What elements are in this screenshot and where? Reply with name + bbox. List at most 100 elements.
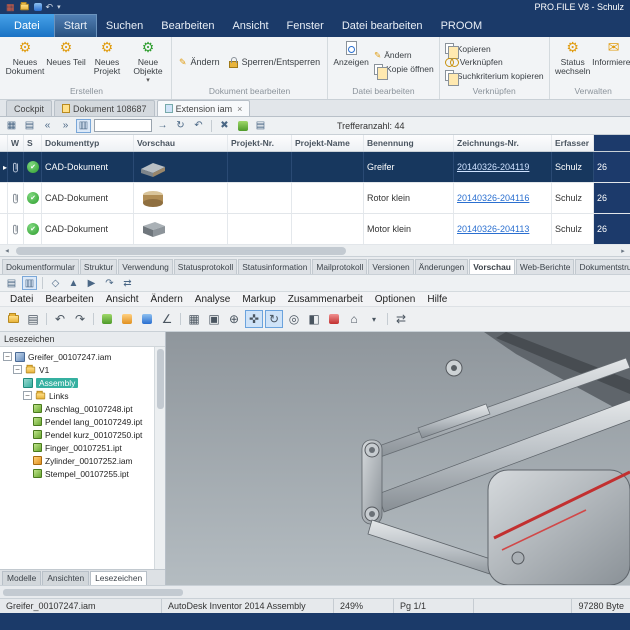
clear-icon[interactable] (217, 119, 232, 133)
collapse-panel-icon[interactable] (40, 119, 55, 133)
lock-unlock-button[interactable]: Sperren/Entsperren (225, 55, 325, 70)
tree-item-assembly[interactable]: Assembly (3, 376, 154, 389)
expand-panel-icon[interactable] (58, 119, 73, 133)
collapse-icon[interactable] (23, 391, 32, 400)
list-view-icon[interactable] (22, 119, 37, 133)
tab-modelle[interactable]: Modelle (2, 571, 42, 585)
tab-proom[interactable]: PROOM (432, 14, 492, 37)
scrollbar-thumb[interactable] (16, 246, 346, 255)
tab-ansichten[interactable]: Ansichten (42, 571, 90, 585)
new-part-button[interactable]: Neues Teil (46, 38, 86, 86)
preview-layout-icon[interactable] (22, 276, 37, 290)
refresh-results-icon[interactable] (173, 119, 188, 133)
tab-dokument-108687[interactable]: Dokument 108687 (54, 100, 155, 116)
undo-icon[interactable] (51, 310, 69, 328)
toolbar-overflow-icon[interactable] (365, 310, 383, 328)
table-row[interactable]: CAD-Dokument Greifer 20140326-204119 Sch… (0, 152, 630, 183)
table-row[interactable]: CAD-Dokument Rotor klein 20140326-204116… (0, 183, 630, 214)
tree-item-part[interactable]: Finger_00107251.ipt (3, 441, 154, 454)
copy-search-criterion-button[interactable]: Suchkriterium kopieren (443, 69, 546, 86)
pan-icon[interactable] (245, 310, 263, 328)
tab-suchen[interactable]: Suchen (97, 14, 152, 37)
tree-item-part[interactable]: Anschlag_00107248.ipt (3, 402, 154, 415)
measure-icon[interactable] (158, 310, 176, 328)
tab-dokumentstruktur[interactable]: Dokumentstruktur (575, 259, 630, 274)
file-menu-button[interactable]: Datei (0, 14, 54, 37)
tab-aenderungen[interactable]: Änderungen (414, 259, 469, 274)
menu-ansicht[interactable]: Ansicht (100, 294, 145, 305)
menu-aendern[interactable]: Ändern (145, 294, 189, 305)
tree-item-version[interactable]: V1 (3, 363, 154, 376)
tree-vertical-scrollbar[interactable] (154, 347, 165, 569)
column-layout-icon[interactable] (76, 118, 91, 133)
shaded-view-icon[interactable] (305, 310, 323, 328)
header-vorschau[interactable]: Vorschau (134, 135, 228, 151)
open-icon[interactable] (7, 313, 19, 323)
grid-view-icon[interactable] (4, 119, 19, 133)
undo-filter-icon[interactable] (191, 119, 206, 133)
menu-analyse[interactable]: Analyse (189, 294, 237, 305)
tab-mailprotokoll[interactable]: Mailprotokoll (312, 259, 368, 274)
tree-item-root[interactable]: Greifer_00107247.iam (3, 350, 154, 363)
zoom-all-icon[interactable] (185, 310, 203, 328)
drawing-number-link[interactable]: 20140326-204113 (457, 224, 529, 234)
print-icon[interactable] (253, 119, 268, 133)
tab-web-berichte[interactable]: Web-Berichte (515, 259, 575, 274)
view-file-button[interactable]: Anzeigen (331, 38, 371, 86)
orbit-icon[interactable] (265, 310, 283, 328)
grid-horizontal-scrollbar[interactable] (0, 245, 630, 257)
table-row[interactable]: CAD-Dokument Motor klein 20140326-204113… (0, 214, 630, 245)
new-project-button[interactable]: Neues Projekt (87, 38, 127, 86)
header-projekt-name[interactable]: Projekt-Name (292, 135, 364, 151)
header-extra[interactable] (594, 135, 630, 151)
tab-extension-iam[interactable]: Extension iam × (156, 100, 251, 116)
menu-zusammenarbeit[interactable]: Zusammenarbeit (282, 294, 369, 305)
section-tool-icon[interactable] (329, 314, 339, 324)
menu-datei[interactable]: Datei (4, 294, 39, 305)
tab-datei-bearbeiten[interactable]: Datei bearbeiten (333, 14, 432, 37)
tab-verwendung[interactable]: Verwendung (118, 259, 173, 274)
preview-horizontal-scrollbar[interactable] (0, 585, 630, 598)
drawing-number-link[interactable]: 20140326-204119 (457, 162, 529, 172)
copy-button[interactable]: Kopieren (443, 42, 546, 59)
tab-ansicht[interactable]: Ansicht (223, 14, 277, 37)
header-erfasser[interactable]: Erfasser (552, 135, 594, 151)
pin-icon[interactable] (48, 276, 63, 290)
redo-icon[interactable] (71, 310, 89, 328)
tab-struktur[interactable]: Struktur (79, 259, 118, 274)
menu-markup[interactable]: Markup (236, 294, 281, 305)
compare-icon[interactable] (392, 310, 410, 328)
cad-viewport[interactable] (166, 332, 630, 585)
tab-versionen[interactable]: Versionen (368, 259, 414, 274)
tab-fenster[interactable]: Fenster (278, 14, 333, 37)
change-status-button[interactable]: Status wechseln (553, 38, 593, 86)
swap-icon[interactable] (120, 276, 135, 290)
home-view-icon[interactable] (345, 310, 363, 328)
new-objects-button[interactable]: Neue Objekte (128, 38, 168, 86)
search-input[interactable] (94, 119, 152, 132)
form-view-icon[interactable] (4, 276, 19, 290)
print-icon[interactable] (24, 310, 42, 328)
menu-bearbeiten[interactable]: Bearbeiten (39, 294, 99, 305)
tree-item-part[interactable]: Pendel lang_00107249.ipt (3, 415, 154, 428)
redo-icon[interactable] (102, 276, 117, 290)
save-icon[interactable] (33, 3, 42, 11)
tree-item-links[interactable]: Links (3, 389, 154, 402)
header-projekt-nr[interactable]: Projekt-Nr. (228, 135, 292, 151)
markup-tool-icon[interactable] (102, 314, 112, 324)
scroll-left-icon[interactable] (2, 247, 12, 255)
look-at-icon[interactable] (285, 310, 303, 328)
tab-vorschau[interactable]: Vorschau (469, 259, 515, 274)
tree-item-part[interactable]: Zylinder_00107252.iam (3, 454, 154, 467)
header-w[interactable]: W (8, 135, 24, 151)
edit-file-button[interactable]: Ändern (372, 49, 436, 62)
drawing-number-link[interactable]: 20140326-204116 (457, 193, 529, 203)
header-benennung[interactable]: Benennung (364, 135, 454, 151)
tab-start[interactable]: Start (53, 14, 97, 37)
menu-optionen[interactable]: Optionen (369, 294, 422, 305)
tab-dokumentformular[interactable]: Dokumentformular (2, 259, 79, 274)
tree-item-part[interactable]: Stempel_00107255.ipt (3, 467, 154, 480)
tab-lesezeichen[interactable]: Lesezeichen (90, 571, 148, 585)
menu-hilfe[interactable]: Hilfe (421, 294, 453, 305)
go-search-icon[interactable] (155, 119, 170, 133)
